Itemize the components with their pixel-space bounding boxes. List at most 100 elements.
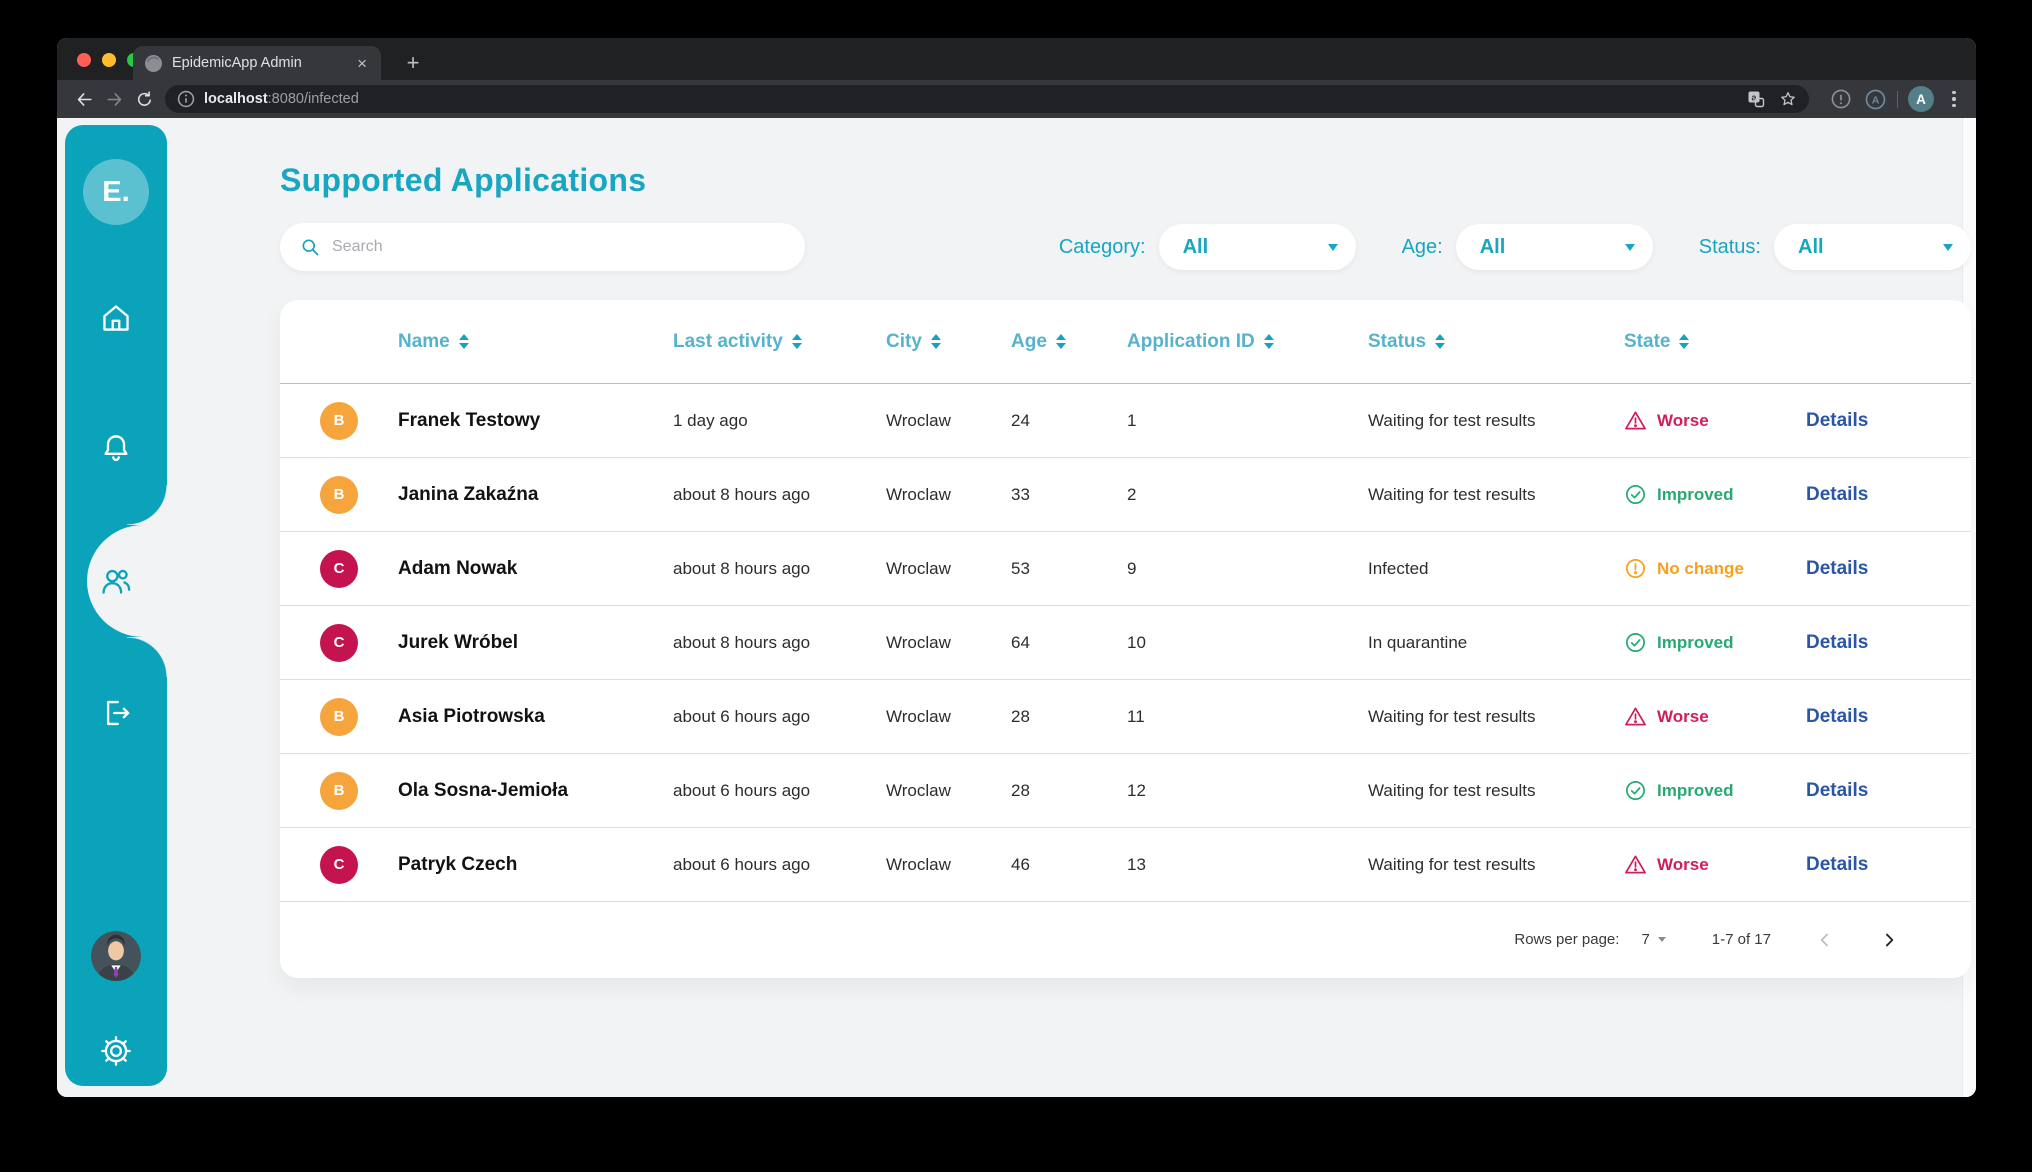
details-link[interactable]: Details: [1806, 484, 1868, 505]
back-button[interactable]: [69, 84, 99, 114]
user-avatar[interactable]: [91, 931, 141, 981]
window-controls: [77, 53, 141, 67]
svg-text:A: A: [1871, 94, 1879, 106]
row-name: Asia Piotrowska: [398, 705, 545, 727]
details-link[interactable]: Details: [1806, 632, 1868, 653]
row-city: Wroclaw: [886, 854, 951, 874]
category-select[interactable]: All: [1158, 224, 1356, 270]
row-state-label: Worse: [1657, 706, 1709, 726]
bookmark-star-icon[interactable]: [1779, 90, 1797, 108]
row-application-id: 2: [1127, 484, 1137, 504]
filter-age: Age: All: [1402, 224, 1653, 270]
row-age: 46: [1011, 854, 1030, 874]
previous-page-icon[interactable]: [1815, 930, 1835, 950]
tab-strip: EpidemicApp Admin × +: [57, 38, 1976, 80]
column-header[interactable]: Age: [1011, 331, 1127, 353]
row-city: Wroclaw: [886, 780, 951, 800]
row-application-id: 9: [1127, 558, 1137, 578]
row-name: Janina Zakaźna: [398, 483, 539, 505]
tab-title: EpidemicApp Admin: [172, 55, 302, 71]
search-box[interactable]: [280, 223, 805, 271]
url-host: localhost: [204, 91, 268, 107]
row-details-cell: Details: [1806, 854, 1971, 876]
details-link[interactable]: Details: [1806, 780, 1868, 801]
tab-close-icon[interactable]: ×: [353, 53, 371, 74]
rows-per-page-value[interactable]: 7: [1641, 931, 1649, 948]
details-link[interactable]: Details: [1806, 854, 1868, 875]
column-header[interactable]: Last activity: [673, 331, 886, 353]
url-bar[interactable]: localhost:8080/infected a: [165, 85, 1809, 113]
sort-icon: [930, 334, 941, 349]
browser-profile-avatar[interactable]: A: [1908, 86, 1934, 112]
worse-warning-icon: [1624, 705, 1647, 728]
sidebar-item-notifications[interactable]: [99, 431, 133, 465]
page-title: Supported Applications: [280, 162, 647, 198]
worse-warning-icon: [1624, 409, 1647, 432]
forward-button[interactable]: [99, 84, 129, 114]
status-value: All: [1798, 235, 1824, 258]
row-state: Improved: [1624, 483, 1806, 506]
table-row: B Franek Testowy 1 day ago Wroclaw 24 1 …: [280, 384, 1971, 458]
new-tab-button[interactable]: +: [399, 49, 427, 77]
row-avatar-cell: C: [280, 623, 398, 662]
category-value: All: [1182, 235, 1209, 258]
search-input[interactable]: [332, 238, 785, 256]
row-state: Worse: [1624, 705, 1806, 728]
sort-icon: [1679, 334, 1690, 349]
row-state-label: Worse: [1657, 410, 1709, 430]
row-avatar-cell: C: [280, 845, 398, 884]
browser-menu-icon[interactable]: [1944, 86, 1964, 112]
age-select[interactable]: All: [1455, 224, 1653, 270]
row-state: Improved: [1624, 779, 1806, 802]
details-link[interactable]: Details: [1806, 558, 1868, 579]
row-details-cell: Details: [1806, 706, 1971, 728]
row-status: Waiting for test results: [1368, 780, 1536, 800]
translate-icon[interactable]: a: [1747, 90, 1765, 108]
row-status: Waiting for test results: [1368, 706, 1536, 726]
row-name: Jurek Wróbel: [398, 631, 519, 653]
column-header[interactable]: Application ID: [1127, 331, 1368, 353]
improved-check-icon: [1624, 779, 1647, 802]
row-avatar-cell: B: [280, 401, 398, 440]
site-info-icon[interactable]: [177, 90, 195, 108]
extension-a-icon[interactable]: A: [1863, 87, 1887, 111]
column-header[interactable]: State: [1624, 331, 1806, 353]
row-avatar-cell: B: [280, 697, 398, 736]
column-header[interactable]: Status: [1368, 331, 1624, 353]
row-name: Patryk Czech: [398, 853, 518, 875]
toolbar-divider: [1897, 90, 1898, 108]
column-header[interactable]: City: [886, 331, 1011, 353]
details-link[interactable]: Details: [1806, 706, 1868, 727]
row-initial-badge: B: [320, 401, 358, 440]
browser-toolbar: localhost:8080/infected a A A: [57, 80, 1976, 118]
row-name: Ola Sosna-Jemioła: [398, 779, 569, 801]
extension-info-icon[interactable]: [1829, 87, 1853, 111]
minimize-window-button[interactable]: [102, 53, 116, 67]
row-application-id: 11: [1127, 706, 1145, 726]
row-state-label: Improved: [1657, 632, 1734, 652]
row-status: Waiting for test results: [1368, 410, 1536, 430]
settings-gear-icon[interactable]: [99, 1034, 133, 1068]
sidebar: E.: [65, 125, 167, 1086]
close-window-button[interactable]: [77, 53, 91, 67]
improved-check-icon: [1624, 631, 1647, 654]
row-status: In quarantine: [1368, 632, 1468, 652]
sidebar-item-home[interactable]: [99, 301, 133, 335]
reload-button[interactable]: [129, 84, 159, 114]
rows-per-page-caret-icon[interactable]: [1657, 937, 1666, 942]
row-city: Wroclaw: [886, 706, 951, 726]
sort-icon: [1435, 334, 1446, 349]
row-age: 28: [1011, 780, 1030, 800]
sidebar-item-users[interactable]: [99, 564, 133, 598]
row-city: Wroclaw: [886, 558, 951, 578]
next-page-icon[interactable]: [1879, 930, 1899, 950]
row-city: Wroclaw: [886, 484, 951, 504]
table-header: Name Last activity City Age Application ID St…: [280, 300, 1971, 384]
details-link[interactable]: Details: [1806, 410, 1868, 431]
column-header[interactable]: Name: [398, 331, 673, 353]
app-content: E. Supported Applications Search Categor…: [57, 118, 1976, 1097]
browser-tab[interactable]: EpidemicApp Admin ×: [133, 46, 381, 80]
applications-table-card: Name Last activity City Age Application ID St…: [280, 300, 1971, 978]
sidebar-item-logout[interactable]: [99, 696, 133, 730]
status-select[interactable]: All: [1774, 224, 1971, 270]
